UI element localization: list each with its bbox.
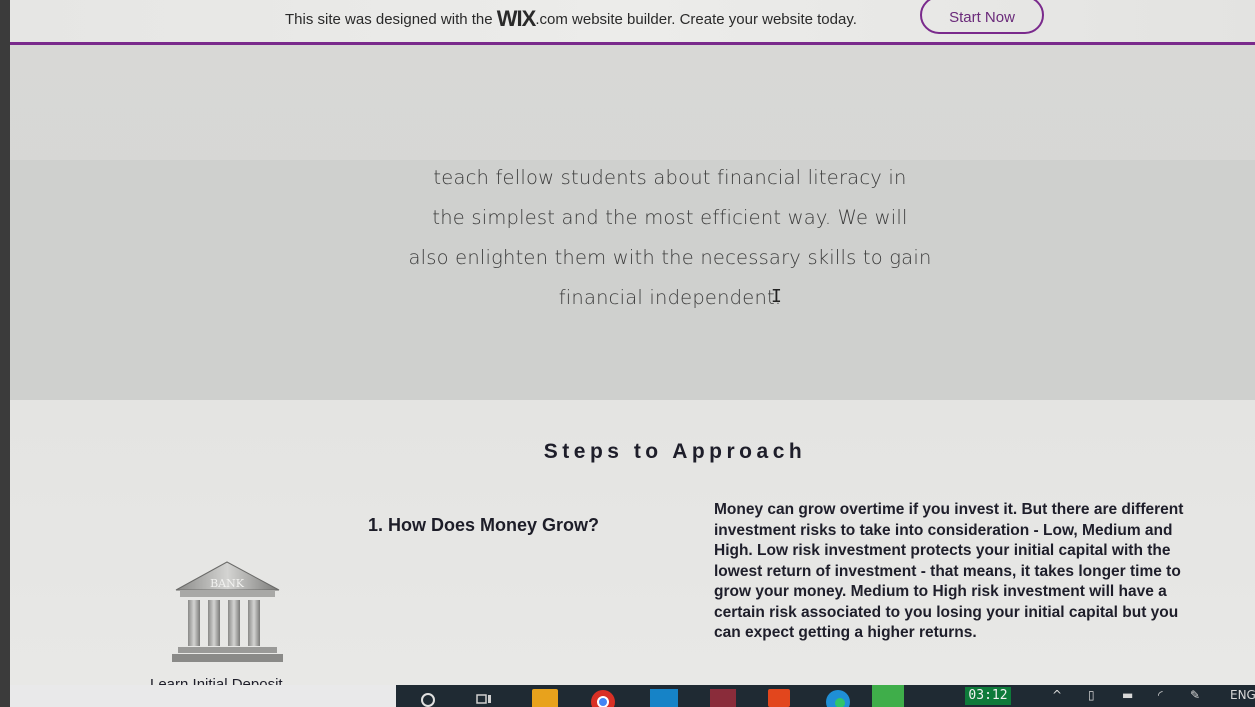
about-line-1: teach fellow students about financial li… [433, 166, 907, 189]
wix-banner: This site was designed with the WIX.com … [10, 0, 1255, 42]
monitor-bezel [0, 0, 10, 707]
chevron-up-icon[interactable]: ^ [1052, 688, 1062, 702]
text-cursor-icon: I [771, 286, 782, 307]
wifi-icon[interactable]: ◜ [1158, 688, 1163, 702]
pen-icon[interactable]: ✎ [1190, 688, 1200, 702]
about-line-2: the simplest and the most efficient way.… [432, 206, 908, 229]
windows-taskbar: 03:12 ^ ▯ ▬ ◜ ✎ ENG [10, 685, 1255, 707]
wix-banner-divider [10, 42, 1255, 45]
taskbar-clock[interactable]: 03:12 [965, 687, 1011, 705]
edge-icon[interactable] [825, 689, 851, 707]
browser-viewport: This site was designed with the WIX.com … [10, 0, 1255, 707]
whatsapp-icon[interactable] [650, 689, 678, 707]
chrome-icon[interactable] [590, 689, 616, 707]
step-1-body: Money can grow overtime if you invest it… [714, 501, 1184, 641]
wix-logo: WIX [496, 6, 537, 31]
battery-icon[interactable]: ▬ [1122, 688, 1133, 702]
cortana-icon[interactable] [420, 689, 436, 707]
language-indicator[interactable]: ENG [1230, 688, 1255, 702]
bank-icon: BANK [172, 561, 283, 662]
task-view-icon[interactable] [475, 689, 493, 707]
taskbar-search-box[interactable] [10, 685, 396, 707]
about-line-4: financial independent. [558, 286, 782, 309]
file-explorer-icon[interactable] [532, 689, 558, 707]
notification-icon[interactable]: ▯ [1088, 688, 1095, 702]
green-app-icon[interactable] [872, 685, 904, 707]
svg-text:BANK: BANK [210, 577, 245, 590]
about-text: teach fellow students about financial li… [340, 158, 1000, 318]
about-line-3: also enlighten them with the necessary s… [408, 246, 932, 269]
steps-title: Steps to Approach [543, 440, 807, 463]
office-icon[interactable] [768, 689, 790, 707]
app-icon[interactable] [710, 689, 736, 707]
wix-banner-text: This site was designed with the WIX.com … [285, 6, 857, 31]
start-now-button[interactable]: Start Now [920, 0, 1044, 34]
step-1-heading: 1. How Does Money Grow? [368, 515, 600, 535]
